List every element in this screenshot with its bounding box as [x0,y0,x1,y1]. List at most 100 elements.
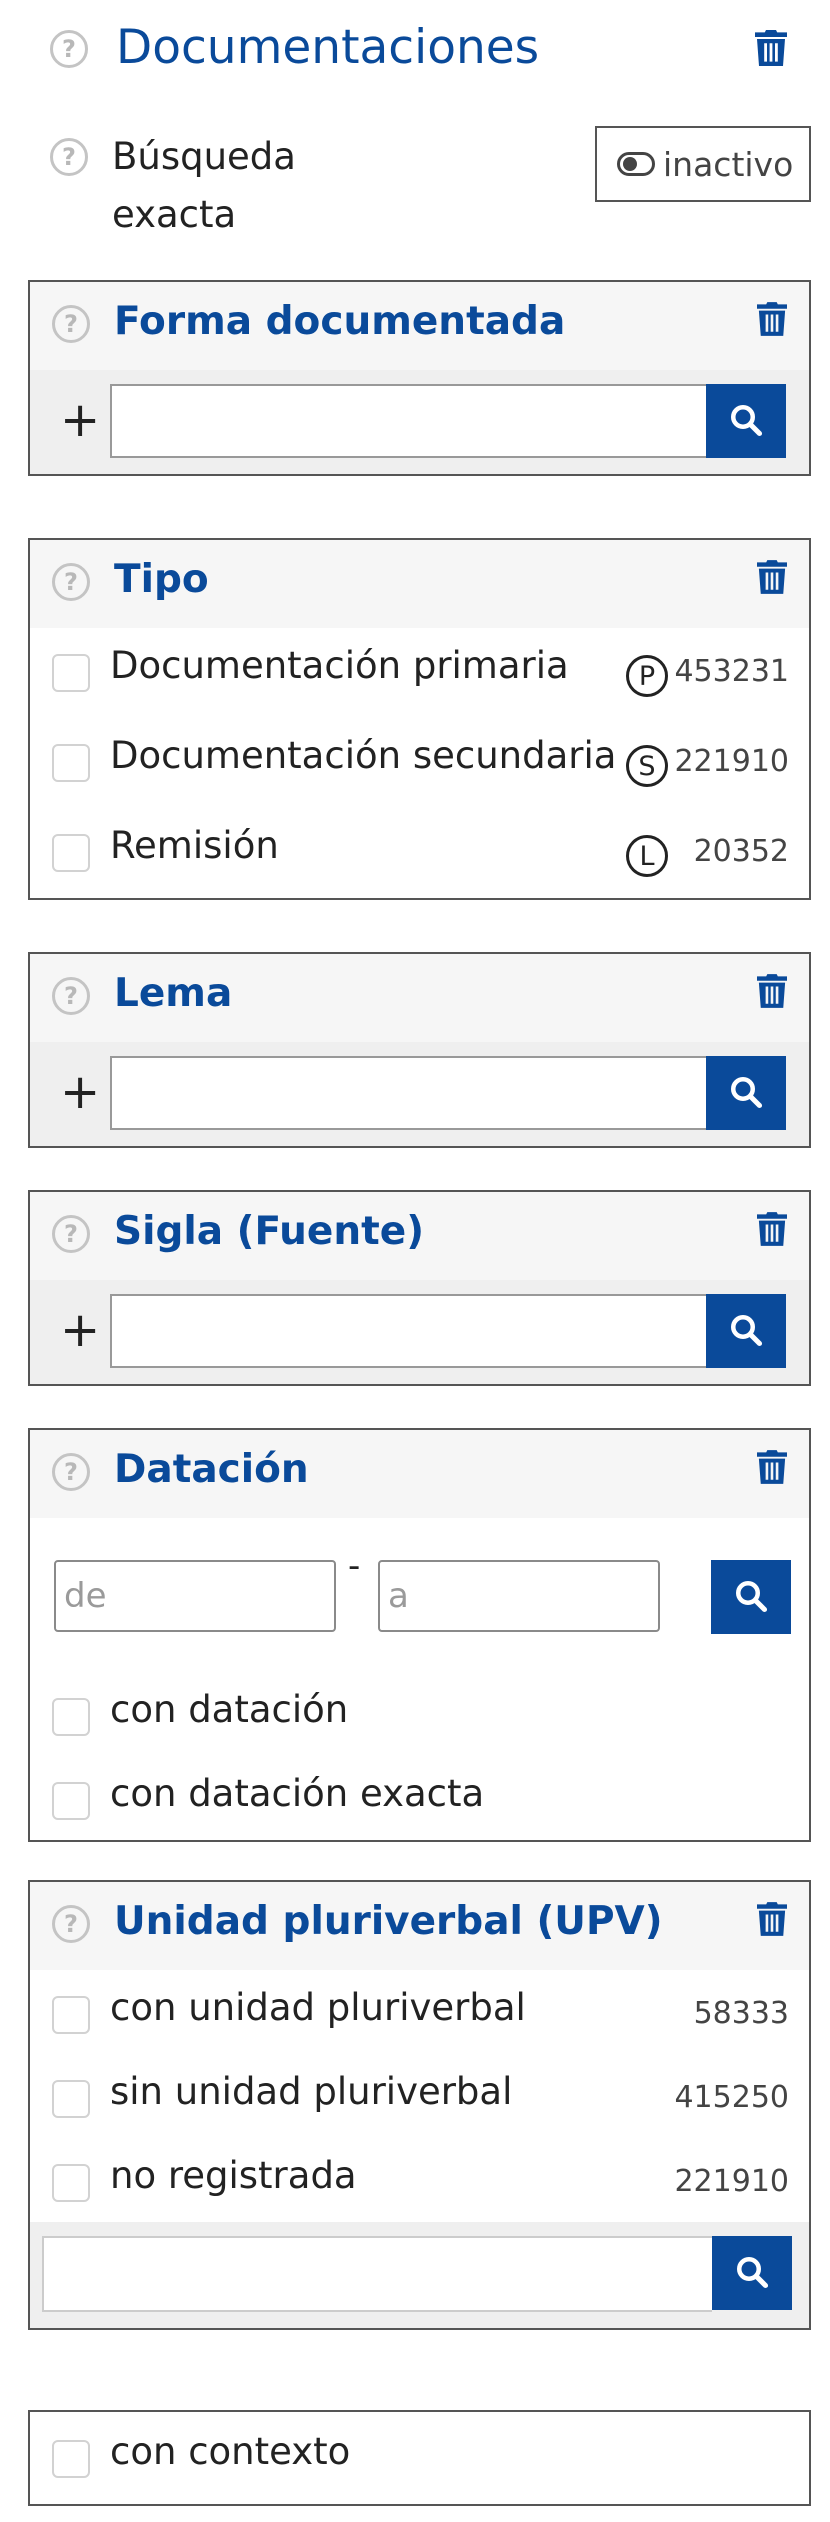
trash-icon[interactable] [755,30,787,66]
panel-title: Datación [114,1447,309,1492]
panel-header: ? Unidad pluriverbal (UPV) [30,1882,809,1970]
context-label: con contexto [110,2430,351,2473]
item-count: 58333 [693,1996,789,2031]
sigla-input[interactable] [110,1294,706,1368]
panel-title: Lema [114,971,233,1016]
page-header: ? Documentaciones [0,0,830,110]
search-icon [728,402,764,441]
exact-search-row: ? Búsqueda exacta inactivo [0,120,830,250]
item-label: sin unidad pluriverbal [110,2070,513,2113]
exact-search-toggle[interactable]: inactivo [595,126,811,202]
list-item[interactable]: no registrada 221910 [30,2138,809,2222]
search-icon [734,2254,770,2293]
search-icon [728,1312,764,1351]
item-count: 415250 [674,2080,789,2115]
plus-icon[interactable]: + [60,1302,100,1358]
panel-header: ? Tipo [30,540,809,628]
forma-documentada-panel: ? Forma documentada + [28,280,811,476]
item-count: 221910 [674,2164,789,2199]
primary-badge-icon: P [626,655,668,697]
list-item[interactable]: con datación [30,1672,809,1756]
forma-input-row: + [30,370,809,474]
checkbox[interactable] [52,1996,90,2034]
checkbox[interactable] [52,2440,90,2478]
sigla-panel: ? Sigla (Fuente) + [28,1190,811,1386]
checkbox[interactable] [52,2080,90,2118]
item-count: 453231 [674,654,789,689]
lema-panel: ? Lema + [28,952,811,1148]
trash-icon[interactable] [757,974,787,1008]
search-button[interactable] [706,384,786,458]
date-to-input[interactable] [378,1560,660,1632]
search-icon [728,1074,764,1113]
list-item[interactable]: Remisión L 20352 [30,808,809,898]
help-icon[interactable]: ? [52,563,90,601]
panel-header: ? Lema [30,954,809,1042]
help-icon[interactable]: ? [50,30,88,68]
date-from-input[interactable] [54,1560,336,1632]
item-count: 221910 [674,744,789,779]
item-label: con unidad pluriverbal [110,1986,526,2029]
forma-input[interactable] [110,384,706,458]
trash-icon[interactable] [757,1902,787,1936]
panel-header: ? Datación [30,1430,809,1518]
datacion-panel: ? Datación - con datación con datación e… [28,1428,811,1842]
upv-search-input[interactable] [42,2236,712,2312]
help-icon[interactable]: ? [52,1905,90,1943]
trash-icon[interactable] [757,302,787,336]
panel-title: Sigla (Fuente) [114,1209,425,1254]
checkbox[interactable] [52,1782,90,1820]
help-icon[interactable]: ? [52,977,90,1015]
trash-icon[interactable] [757,1212,787,1246]
remission-badge-icon: L [626,835,668,877]
sigla-input-row: + [30,1280,809,1384]
search-icon [733,1578,769,1617]
lema-input-row: + [30,1042,809,1146]
help-icon[interactable]: ? [50,138,88,176]
item-label: Documentación primaria [110,644,569,687]
item-label: no registrada [110,2154,357,2197]
help-icon[interactable]: ? [52,1453,90,1491]
panel-title: Forma documentada [114,299,566,344]
exact-search-label: Búsqueda exacta [112,135,296,236]
item-label: Remisión [110,824,279,867]
list-item[interactable]: con datación exacta [30,1756,809,1840]
lema-input[interactable] [110,1056,706,1130]
search-button[interactable] [711,1560,791,1634]
page-title: Documentaciones [116,20,540,75]
date-range-row: - [30,1518,809,1672]
toggle-state-label: inactivo [663,144,794,184]
item-label: Documentación secundaria [110,734,617,777]
item-label: con datación exacta [110,1772,485,1815]
list-item[interactable]: sin unidad pluriverbal 415250 [30,2054,809,2138]
toggle-icon [617,152,655,176]
plus-icon[interactable]: + [60,1064,100,1120]
help-icon[interactable]: ? [52,1215,90,1253]
date-separator: - [348,1546,361,1586]
checkbox[interactable] [52,744,90,782]
item-count: 20352 [693,834,789,869]
upv-panel: ? Unidad pluriverbal (UPV) con unidad pl… [28,1880,811,2330]
trash-icon[interactable] [757,560,787,594]
search-button[interactable] [706,1056,786,1130]
list-item[interactable]: Documentación primaria P 453231 [30,628,809,718]
list-item[interactable]: con unidad pluriverbal 58333 [30,1970,809,2054]
context-filter[interactable]: con contexto [28,2410,811,2506]
panel-title: Tipo [114,557,209,602]
tipo-panel: ? Tipo Documentación primaria P 453231 D… [28,538,811,900]
search-button[interactable] [706,1294,786,1368]
trash-icon[interactable] [757,1450,787,1484]
checkbox[interactable] [52,654,90,692]
panel-header: ? Sigla (Fuente) [30,1192,809,1280]
checkbox[interactable] [52,2164,90,2202]
search-button[interactable] [712,2236,792,2310]
panel-title: Unidad pluriverbal (UPV) [114,1899,663,1944]
plus-icon[interactable]: + [60,392,100,448]
secondary-badge-icon: S [626,745,668,787]
item-label: con datación [110,1688,349,1731]
help-icon[interactable]: ? [52,305,90,343]
checkbox[interactable] [52,1698,90,1736]
checkbox[interactable] [52,834,90,872]
list-item[interactable]: Documentación secundaria S 221910 [30,718,809,808]
upv-input-row [30,2222,809,2328]
